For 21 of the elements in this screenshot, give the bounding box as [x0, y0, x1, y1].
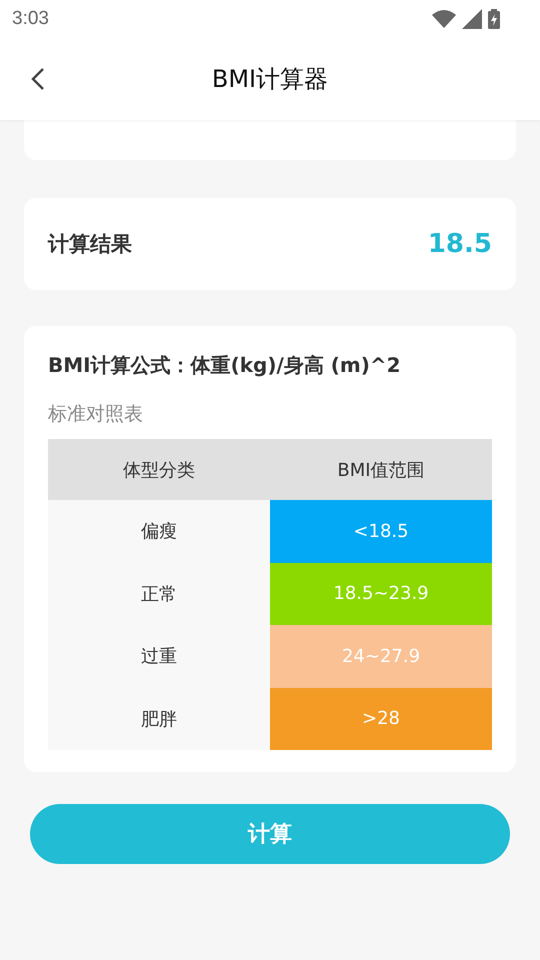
result-value: 18.5	[428, 229, 492, 259]
back-icon	[31, 67, 45, 91]
table-cell: >28	[270, 688, 492, 750]
wifi-icon	[432, 10, 456, 28]
table-cell: 18.5~23.9	[270, 562, 492, 625]
page-title: BMI计算器	[212, 64, 328, 95]
table-cell: <18.5	[270, 500, 492, 562]
table-caption: 标准对照表	[48, 402, 144, 427]
table-cell: 过重	[48, 625, 270, 688]
column-header: 体型分类	[48, 439, 270, 500]
table-cell: 24~27.9	[270, 625, 492, 688]
table-cell: 正常	[48, 562, 270, 625]
column-header: BMI值范围	[270, 439, 492, 500]
table-cell: 偏瘦	[48, 500, 270, 562]
battery-icon	[488, 9, 500, 29]
formula-text: BMI计算公式：体重(kg)/身高 (m)^2	[48, 352, 402, 379]
status-time: 3:03	[12, 8, 49, 30]
signal-icon	[462, 9, 482, 29]
table-cell: 肥胖	[48, 688, 270, 750]
calculate-button[interactable]: 计算	[30, 804, 510, 864]
result-label: 计算结果	[48, 231, 132, 258]
